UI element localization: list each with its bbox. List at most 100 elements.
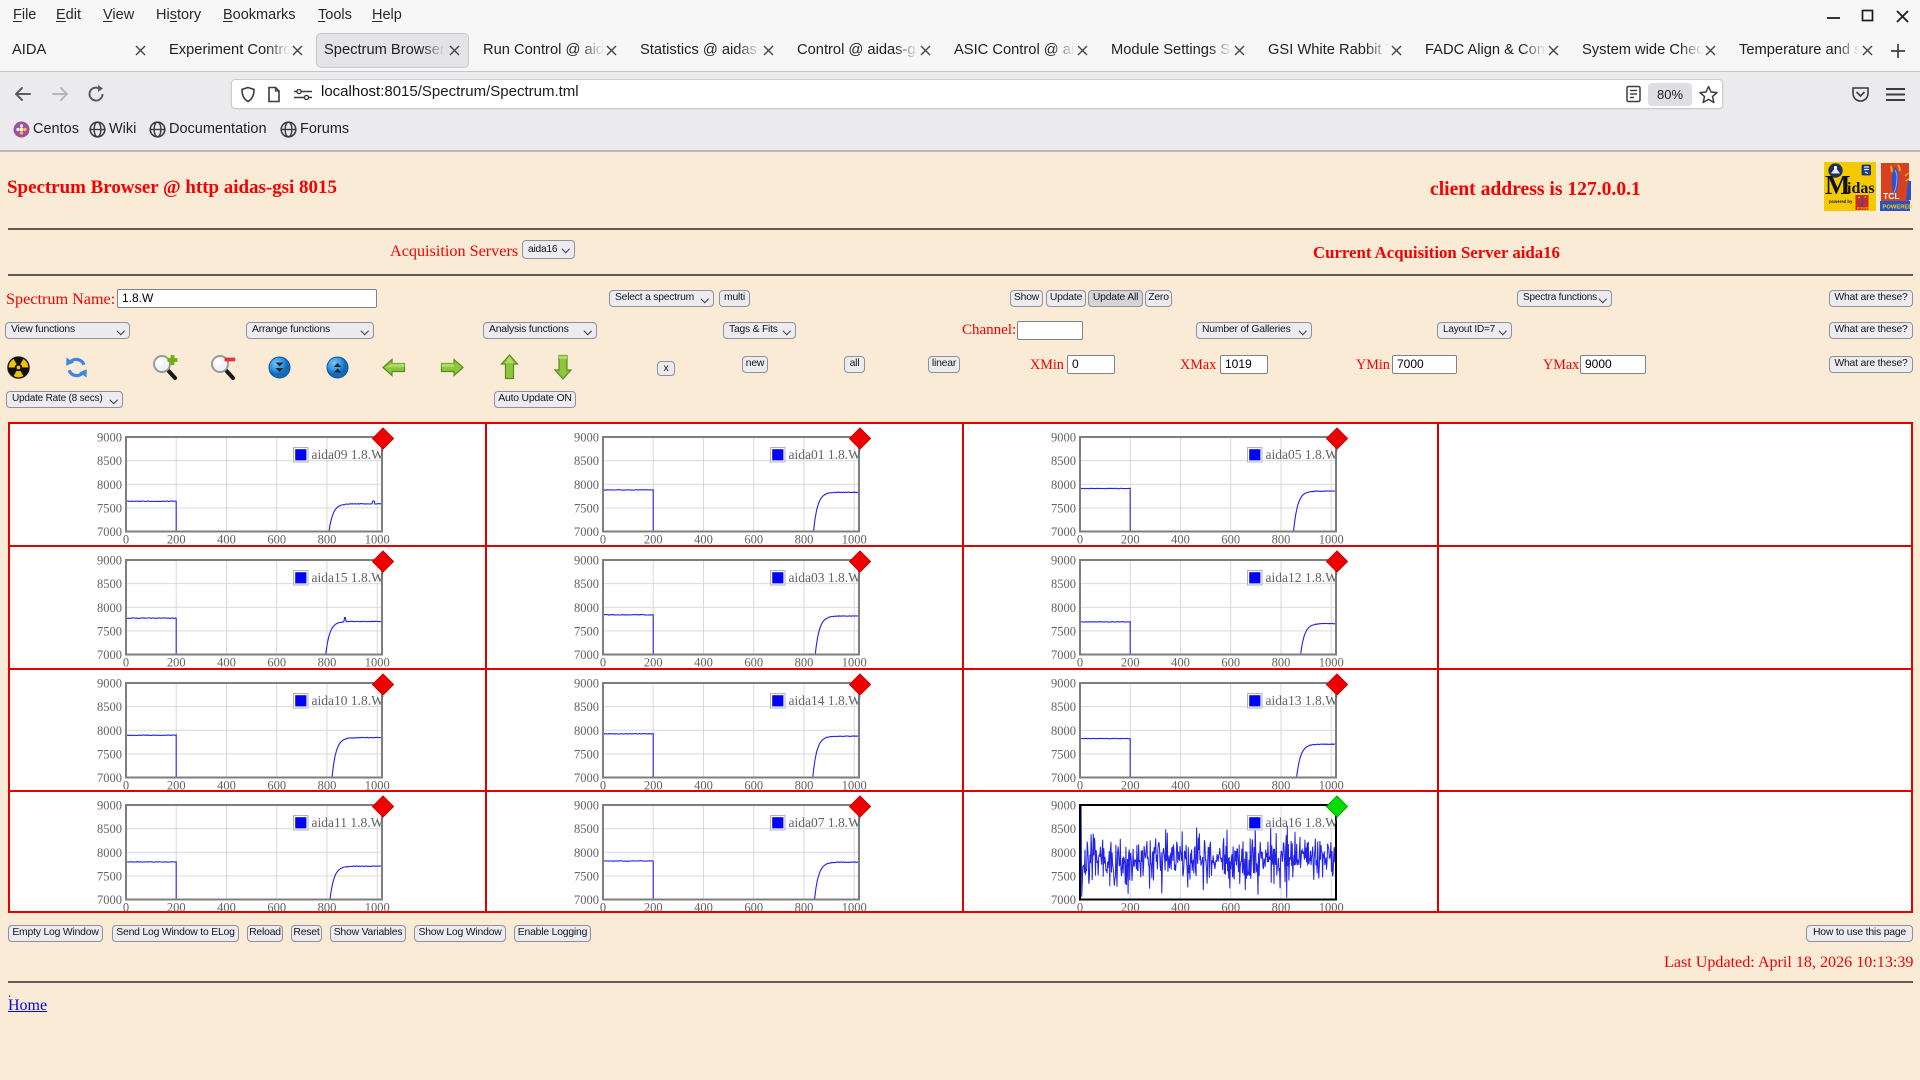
svg-text:9000: 9000 [1051,677,1076,691]
svg-text:8000: 8000 [1051,846,1076,860]
svg-text:1000: 1000 [842,533,867,546]
svg-text:aida13 1.8.W: aida13 1.8.W [1266,693,1339,708]
svg-text:0: 0 [600,533,606,546]
svg-text:7000: 7000 [97,771,122,785]
svg-text:8500: 8500 [1051,454,1076,468]
svg-text:8500: 8500 [574,700,599,714]
svg-text:7500: 7500 [1051,747,1076,761]
svg-text:400: 400 [694,901,713,914]
svg-text:aida03 1.8.W: aida03 1.8.W [789,570,862,585]
svg-text:aida12 1.8.W: aida12 1.8.W [1266,570,1339,585]
svg-text:400: 400 [217,533,236,546]
svg-text:9000: 9000 [574,677,599,691]
svg-text:1000: 1000 [842,901,867,914]
svg-text:8000: 8000 [97,478,122,492]
svg-text:800: 800 [795,656,814,669]
svg-text:aida09 1.8.W: aida09 1.8.W [312,447,385,462]
svg-text:8500: 8500 [1051,822,1076,836]
svg-text:7500: 7500 [1051,501,1076,515]
svg-text:7000: 7000 [574,525,599,539]
svg-text:7000: 7000 [1051,648,1076,662]
svg-text:7000: 7000 [574,771,599,785]
svg-text:800: 800 [1272,901,1291,914]
svg-text:8500: 8500 [97,454,122,468]
svg-text:1000: 1000 [1319,533,1344,546]
svg-text:9000: 9000 [574,554,599,568]
svg-text:800: 800 [318,533,337,546]
svg-text:7500: 7500 [97,624,122,638]
svg-text:8500: 8500 [574,577,599,591]
svg-text:7000: 7000 [1051,771,1076,785]
svg-text:1000: 1000 [1319,901,1344,914]
svg-text:powered by: powered by [1829,199,1853,204]
svg-text:8500: 8500 [1051,577,1076,591]
svg-text:aida05 1.8.W: aida05 1.8.W [1266,447,1339,462]
svg-text:200: 200 [167,533,186,546]
svg-text:800: 800 [1272,533,1291,546]
svg-text:7500: 7500 [574,747,599,761]
svg-text:8500: 8500 [97,700,122,714]
svg-text:7500: 7500 [97,747,122,761]
svg-text:8000: 8000 [97,601,122,615]
svg-text:200: 200 [1121,533,1140,546]
svg-text:7000: 7000 [1051,893,1076,907]
svg-text:9000: 9000 [97,799,122,813]
svg-text:8500: 8500 [97,577,122,591]
svg-text:400: 400 [217,656,236,669]
svg-text:9000: 9000 [97,677,122,691]
svg-text:TCL: TCL [1883,191,1900,201]
svg-text:7000: 7000 [1051,525,1076,539]
svg-text:aida11 1.8.W: aida11 1.8.W [312,815,384,830]
svg-text:aida15 1.8.W: aida15 1.8.W [312,570,385,585]
svg-text:200: 200 [644,533,663,546]
svg-text:7500: 7500 [574,501,599,515]
svg-text:9000: 9000 [1051,554,1076,568]
svg-text:400: 400 [1171,656,1190,669]
svg-text:7500: 7500 [1051,624,1076,638]
svg-text:400: 400 [217,901,236,914]
svg-text:600: 600 [1221,656,1240,669]
svg-text:aida14 1.8.W: aida14 1.8.W [789,693,862,708]
svg-text:7000: 7000 [574,648,599,662]
svg-text:8000: 8000 [97,724,122,738]
svg-text:POWERED: POWERED [1857,207,1876,211]
svg-text:600: 600 [267,533,286,546]
svg-text:8500: 8500 [97,822,122,836]
svg-text:400: 400 [1171,901,1190,914]
svg-text:0: 0 [1077,901,1083,914]
svg-text:0: 0 [123,656,129,669]
svg-text:7000: 7000 [97,648,122,662]
svg-text:1000: 1000 [365,533,390,546]
svg-text:9000: 9000 [97,554,122,568]
svg-text:200: 200 [1121,656,1140,669]
svg-text:8000: 8000 [97,846,122,860]
svg-text:200: 200 [167,901,186,914]
svg-text:7500: 7500 [97,501,122,515]
svg-text:9000: 9000 [1051,799,1076,813]
svg-text:8000: 8000 [574,724,599,738]
svg-text:aida07 1.8.W: aida07 1.8.W [789,815,862,830]
svg-text:7500: 7500 [1051,869,1076,883]
svg-text:8000: 8000 [1051,601,1076,615]
svg-text:800: 800 [795,533,814,546]
svg-text:8500: 8500 [1051,700,1076,714]
svg-text:8500: 8500 [574,822,599,836]
svg-text:9000: 9000 [97,431,122,445]
svg-text:1000: 1000 [1319,656,1344,669]
svg-text:9000: 9000 [1051,431,1076,445]
svg-text:0: 0 [1077,656,1083,669]
svg-text:1000: 1000 [842,656,867,669]
svg-text:600: 600 [1221,901,1240,914]
svg-text:600: 600 [744,901,763,914]
svg-text:idas: idas [1847,180,1875,197]
svg-text:600: 600 [744,533,763,546]
svg-text:400: 400 [694,533,713,546]
svg-text:800: 800 [318,901,337,914]
svg-text:400: 400 [694,656,713,669]
svg-text:0: 0 [123,901,129,914]
svg-text:600: 600 [267,656,286,669]
svg-text:0: 0 [600,656,606,669]
svg-text:8000: 8000 [574,478,599,492]
svg-text:1000: 1000 [365,901,390,914]
svg-text:7500: 7500 [574,624,599,638]
